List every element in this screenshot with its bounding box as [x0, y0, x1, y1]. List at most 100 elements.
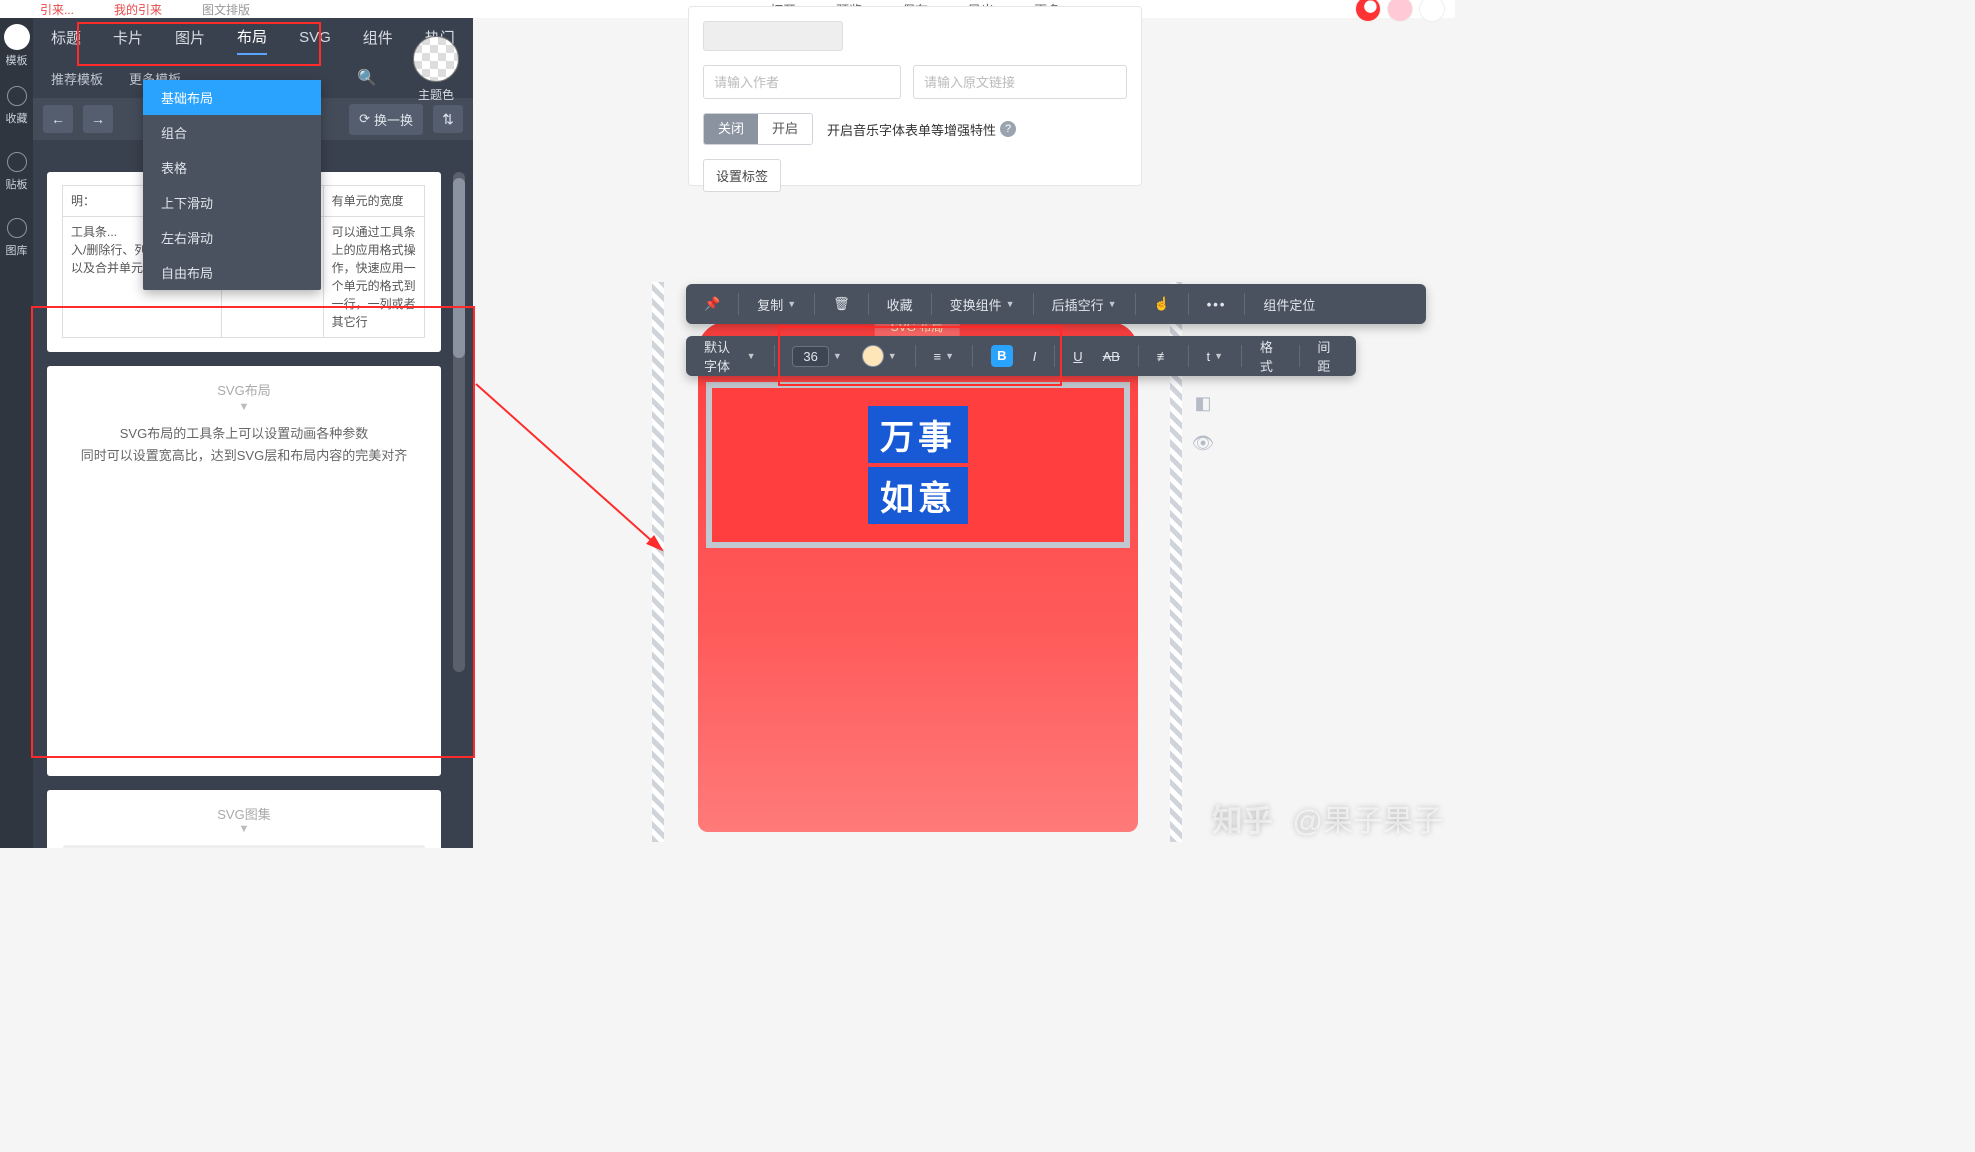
spacing-button[interactable]: 间距 [1309, 333, 1346, 379]
chevron-down-icon: ▼ [787, 299, 796, 309]
align-icon: ≡ [933, 349, 941, 364]
refresh-label: 换一换 [374, 110, 413, 129]
strike-button[interactable]: AB [1095, 345, 1128, 368]
bold-icon: B [991, 345, 1013, 367]
pin-icon: 📌 [704, 296, 720, 312]
watermark-logo: 知乎 [1213, 796, 1273, 840]
selected-textbox[interactable]: 万事 如意 [706, 382, 1130, 548]
svg-card-title: SVG布局 [63, 380, 425, 399]
visibility-icon[interactable]: 👁 [1190, 430, 1216, 456]
help-icon[interactable]: ? [1000, 121, 1016, 137]
font-family-select[interactable]: 默认字体▼ [696, 333, 764, 379]
set-tags-button[interactable]: 设置标签 [703, 159, 781, 192]
cell: 有单元的宽度 [323, 185, 425, 217]
italic-button[interactable]: I [1025, 345, 1045, 368]
font-size-value[interactable]: 36 [792, 346, 828, 367]
rail-gallery[interactable]: 图库 [0, 200, 33, 266]
clipboard-icon [7, 152, 27, 172]
author-input[interactable] [703, 65, 901, 99]
tab-title[interactable]: 标题 [51, 27, 81, 54]
avatar-notification[interactable] [1355, 0, 1381, 22]
delete-button[interactable]: 🗑 [825, 292, 858, 316]
theme-color[interactable]: 主题色 [413, 36, 459, 103]
triangle-icon: ▼ [63, 823, 425, 835]
locate-button[interactable]: 组件定位 [1255, 291, 1323, 318]
ghost-field [703, 21, 843, 51]
rail-clipboard[interactable]: 贴板 [0, 134, 33, 200]
feature-toggle: 关闭 开启 [703, 113, 813, 145]
underline-button[interactable]: U [1065, 345, 1090, 368]
text-effect-button[interactable]: t▼ [1199, 345, 1232, 368]
tab-image[interactable]: 图片 [175, 27, 205, 54]
selected-text[interactable]: 万事 如意 [868, 404, 968, 526]
nav-back-button[interactable]: ← [43, 105, 73, 133]
template-card-svg-layout[interactable]: SVG布局 ▼ SVG布局的工具条上可以设置动画各种参数 同时可以设置宽高比，达… [47, 366, 441, 776]
scrollbar-thumb[interactable] [453, 178, 465, 358]
format-button[interactable]: 格式 [1252, 333, 1289, 379]
tab-svg[interactable]: SVG [299, 29, 331, 52]
context-toolbar: 📌 复制▼ 🗑 收藏 变换组件▼ 后插空行▼ ☝️ ••• 组件定位 [686, 284, 1426, 324]
header-link-editor[interactable]: 图文排版 [202, 1, 250, 18]
favorite-button[interactable]: 收藏 [879, 291, 921, 318]
ruler-left [652, 282, 664, 842]
template-card-svg-gallery[interactable]: SVG图集 ▼ [47, 790, 441, 848]
chevron-down-icon: ▼ [888, 351, 897, 361]
align-button[interactable]: ≡▼ [925, 345, 962, 368]
theme-label: 主题色 [413, 86, 459, 103]
text-line2: 如意 [868, 467, 968, 524]
toggle-on[interactable]: 开启 [758, 114, 812, 144]
svg-card-desc2: 同时可以设置宽高比，达到SVG层和布局内容的完美对齐 [63, 445, 425, 467]
dd-basic-layout[interactable]: 基础布局 [143, 80, 321, 115]
copy-button[interactable]: 复制▼ [749, 291, 804, 318]
italic-icon: I [1033, 349, 1037, 364]
text-color-button[interactable]: ▼ [854, 341, 905, 371]
dd-free[interactable]: 自由布局 [143, 255, 321, 290]
bold-button[interactable]: B [983, 341, 1021, 371]
transform-button[interactable]: 变换组件▼ [942, 291, 1023, 318]
rail-fav[interactable]: 收藏 [0, 68, 33, 134]
tab-component[interactable]: 组件 [363, 27, 393, 54]
sidebar-panel: 标题 卡片 图片 布局 SVG 组件 热门 主题色 推荐模板 更多模板 🔍 ← … [33, 18, 473, 848]
dd-vscroll[interactable]: 上下滑动 [143, 185, 321, 220]
dots-icon: ••• [1207, 297, 1227, 312]
rail-templates-label[interactable]: 模板 [6, 52, 28, 68]
avatar-user[interactable] [1387, 0, 1413, 22]
pin-button[interactable]: 📌 [696, 292, 728, 316]
subtab-recommended[interactable]: 推荐模板 [51, 69, 103, 88]
category-tabs: 标题 卡片 图片 布局 SVG 组件 热门 [33, 18, 473, 62]
header-brand[interactable]: 引来... [40, 1, 74, 18]
settings-panel: 关闭 开启 开启音乐字体表单等增强特性 ? 设置标签 [688, 6, 1142, 186]
header-avatars [1355, 0, 1445, 22]
tab-layout[interactable]: 布局 [237, 26, 267, 55]
font-size-input[interactable]: 36 ▼ [784, 342, 849, 371]
svg2-title: SVG图集 [63, 804, 425, 823]
layers-icon[interactable]: ◧ [1190, 390, 1216, 416]
source-link-input[interactable] [913, 65, 1127, 99]
dd-hscroll[interactable]: 左右滑动 [143, 220, 321, 255]
insert-blank-button[interactable]: 后插空行▼ [1044, 291, 1125, 318]
toggle-off[interactable]: 关闭 [704, 114, 758, 144]
rail-logo[interactable] [4, 24, 30, 50]
more-button[interactable]: ••• [1199, 293, 1235, 316]
cell: 可以通过工具条上的应用格式操作，快速应用一个单元的格式到一行，一列或者其它行 [323, 216, 425, 338]
gallery-icon [7, 218, 27, 238]
canvas-side-tools: ◧ 👁 [1190, 390, 1216, 456]
color-swatch-icon [862, 345, 884, 367]
feature-label: 开启音乐字体表单等增强特性 [827, 120, 996, 139]
pointer-button[interactable]: ☝️ [1146, 292, 1178, 316]
tab-card[interactable]: 卡片 [113, 27, 143, 54]
nav-forward-button[interactable]: → [83, 105, 113, 133]
dd-combo[interactable]: 组合 [143, 115, 321, 150]
scrollbar[interactable] [453, 172, 465, 672]
sort-button[interactable]: ⇅ [433, 105, 463, 133]
search-icon[interactable]: 🔍 [357, 68, 377, 88]
header-link-mine[interactable]: 我的引来 [114, 1, 162, 18]
left-rail: 模板 收藏 贴板 图库 [0, 18, 33, 848]
clear-format-button[interactable]: ≢ [1149, 345, 1178, 368]
dd-table[interactable]: 表格 [143, 150, 321, 185]
refresh-icon: ⟳ [359, 111, 370, 127]
avatar-extra[interactable] [1419, 0, 1445, 22]
watermark-author: @果子果子 [1293, 796, 1443, 840]
theme-swatch-icon [413, 36, 459, 82]
refresh-button[interactable]: ⟳ 换一换 [349, 104, 423, 135]
